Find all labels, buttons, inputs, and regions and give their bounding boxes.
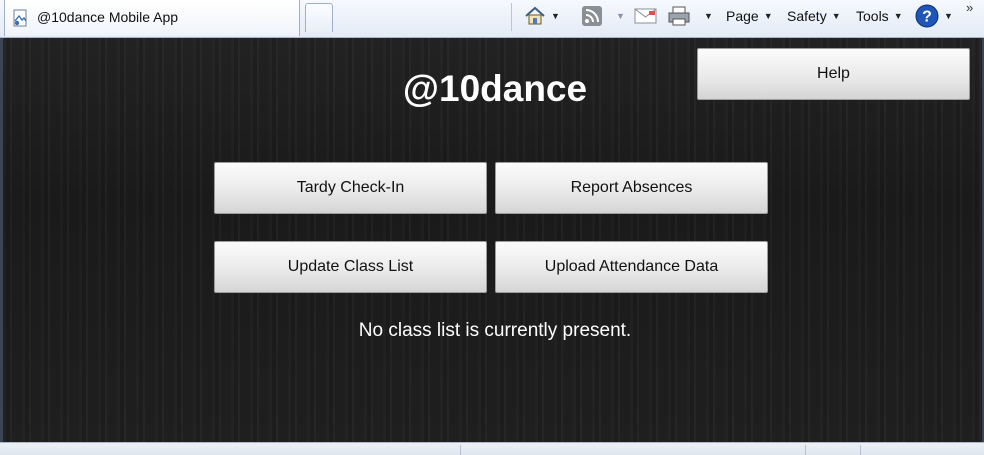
tab-title: @10dance Mobile App (37, 9, 179, 25)
chevron-down-icon: ▼ (944, 11, 953, 21)
svg-text:?: ? (922, 9, 932, 26)
tools-menu[interactable]: Tools ▼ (856, 3, 903, 29)
rss-icon (582, 6, 602, 26)
page-icon (13, 9, 27, 27)
help-menu[interactable]: ? ▼ (915, 3, 953, 29)
chevron-down-icon: ▼ (616, 11, 625, 21)
print-button[interactable]: ▼ (667, 3, 713, 29)
browser-toolbar: @10dance Mobile App ▼ ▼ ▼ Page ▼ Safety … (0, 0, 984, 38)
toolbar-divider (511, 3, 512, 31)
chevron-down-icon: ▼ (704, 11, 713, 21)
status-message: No class list is currently present. (358, 320, 632, 341)
safety-menu-label: Safety (787, 8, 827, 24)
home-icon (525, 6, 545, 25)
feeds-button[interactable]: ▼ (581, 3, 625, 29)
chevron-down-icon: ▼ (893, 11, 903, 21)
tardy-check-in-button[interactable]: Tardy Check-In (214, 162, 487, 214)
chevron-down-icon: ▼ (763, 11, 773, 21)
app-content: @10dance Help Tardy Check-In Report Abse… (0, 38, 984, 442)
read-mail-button[interactable] (634, 3, 658, 29)
print-icon (668, 6, 690, 26)
browser-status-bar (0, 442, 984, 455)
update-class-list-button[interactable]: Update Class List (214, 241, 487, 293)
new-tab-button[interactable] (305, 3, 333, 32)
report-absences-button[interactable]: Report Absences (495, 162, 768, 214)
browser-tab[interactable]: @10dance Mobile App (4, 0, 300, 36)
safety-menu[interactable]: Safety ▼ (787, 3, 841, 29)
help-button[interactable]: Help (697, 48, 970, 100)
chevron-down-icon: ▼ (551, 11, 560, 21)
upload-attendance-button[interactable]: Upload Attendance Data (495, 241, 768, 293)
toolbar-overflow-icon[interactable]: » (966, 0, 973, 15)
tools-menu-label: Tools (856, 8, 889, 24)
chevron-down-icon: ▼ (831, 11, 841, 21)
page-menu-label: Page (726, 8, 759, 24)
read-mail-icon (634, 8, 657, 24)
help-icon: ? (915, 4, 939, 28)
page-menu[interactable]: Page ▼ (726, 3, 773, 29)
home-button[interactable]: ▼ (524, 3, 560, 29)
